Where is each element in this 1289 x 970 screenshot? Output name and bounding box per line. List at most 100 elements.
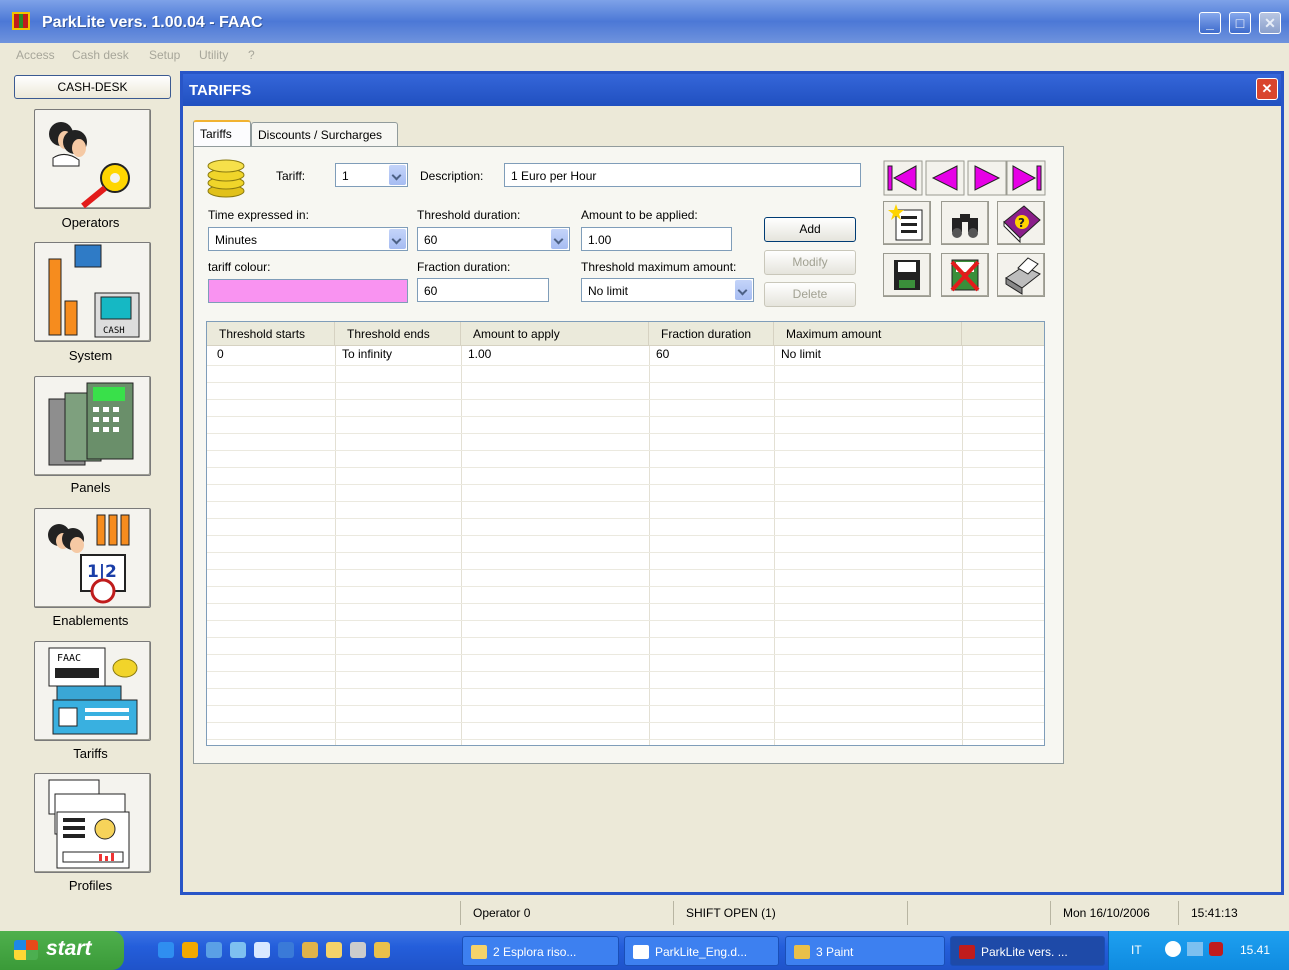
column-header[interactable]: Fraction duration: [649, 322, 774, 346]
status-operator: Operator 0: [460, 901, 673, 925]
sidebar-label-panels: Panels: [70, 480, 111, 495]
row-divider: [207, 739, 1044, 740]
sidebar-item-operators[interactable]: [34, 109, 151, 209]
folder-icon: [471, 945, 487, 959]
delete-button[interactable]: Delete: [764, 282, 856, 307]
menu-access[interactable]: Access: [16, 48, 55, 62]
threshold-duration-label: Threshold duration:: [417, 208, 521, 222]
close-button[interactable]: ✕: [1259, 12, 1281, 34]
row-divider: [207, 518, 1044, 519]
threshold-duration-select[interactable]: 60: [417, 227, 570, 251]
tab-discounts-surcharges[interactable]: Discounts / Surcharges: [251, 122, 398, 146]
search-button[interactable]: [941, 201, 989, 245]
first-record-icon[interactable]: [883, 160, 923, 196]
network-icon[interactable]: [1187, 942, 1203, 956]
app-icon[interactable]: [278, 942, 294, 958]
row-divider: [207, 569, 1044, 570]
tariffs-close-button[interactable]: ✕: [1256, 78, 1278, 100]
task-word[interactable]: ParkLite_Eng.d...: [624, 936, 779, 966]
modify-button[interactable]: Modify: [764, 250, 856, 275]
column-header[interactable]: Threshold starts: [207, 322, 335, 346]
explorer-icon[interactable]: [230, 942, 246, 958]
app-icon[interactable]: [350, 942, 366, 958]
antivirus-icon[interactable]: [1209, 942, 1223, 956]
threshold-max-amount-select[interactable]: No limit: [581, 278, 754, 302]
description-label: Description:: [420, 169, 484, 183]
paint-icon: [794, 945, 810, 959]
task-paint[interactable]: 3 Paint: [785, 936, 945, 966]
minimize-button[interactable]: _: [1199, 12, 1221, 34]
thresholds-table[interactable]: Threshold starts Threshold ends Amount t…: [206, 321, 1045, 746]
app-icon[interactable]: [254, 942, 270, 958]
print-icon: [1005, 257, 1041, 295]
help-button[interactable]: ?: [997, 201, 1045, 245]
task-label: 3 Paint: [816, 945, 854, 959]
tariff-value: 1: [342, 169, 349, 183]
system-tray: IT 15.41: [1108, 931, 1289, 970]
previous-record-icon[interactable]: [925, 160, 965, 196]
menu-utility[interactable]: Utility: [199, 48, 228, 62]
tariff-select[interactable]: 1: [335, 163, 408, 187]
task-explorer[interactable]: 2 Esplora riso...: [462, 936, 619, 966]
time-expressed-label: Time expressed in:: [208, 208, 309, 222]
language-indicator[interactable]: IT: [1131, 943, 1142, 957]
fraction-duration-label: Fraction duration:: [417, 260, 511, 274]
sidebar-item-tariffs[interactable]: FAAC: [34, 641, 151, 741]
row-divider: [207, 552, 1044, 553]
last-record-icon[interactable]: [1006, 160, 1046, 196]
sidebar-item-panels[interactable]: [34, 376, 151, 476]
menu-cash-desk[interactable]: Cash desk: [72, 48, 129, 62]
maximize-button[interactable]: □: [1229, 12, 1251, 34]
task-parklite[interactable]: ParkLite vers. ...: [950, 936, 1105, 966]
tab-tariffs[interactable]: Tariffs: [193, 120, 251, 147]
time-expressed-select[interactable]: Minutes: [208, 227, 408, 251]
taskbar: start 2 Esplora riso... ParkLite_Eng.d..…: [0, 931, 1289, 970]
sidebar-item-profiles[interactable]: [34, 773, 151, 873]
fraction-duration-input[interactable]: 60: [417, 278, 549, 302]
row-divider: [207, 382, 1044, 383]
new-record-button[interactable]: [883, 201, 931, 245]
menu-setup[interactable]: Setup: [149, 48, 180, 62]
svg-text:?: ?: [1018, 216, 1025, 230]
table-cell: 0: [217, 347, 224, 361]
app-icon: [12, 12, 30, 30]
amount-applied-input[interactable]: 1.00: [581, 227, 732, 251]
column-header[interactable]: Amount to apply: [461, 322, 649, 346]
tariffs-window-title: TARIFFS: [183, 74, 1281, 106]
people-icon[interactable]: [302, 942, 318, 958]
help-book-icon: ?: [1003, 205, 1041, 244]
tray-clock[interactable]: 15.41: [1240, 943, 1270, 957]
column-header[interactable]: Threshold ends: [335, 322, 461, 346]
menu-help[interactable]: ?: [248, 48, 255, 62]
cancel-button[interactable]: [941, 253, 989, 297]
print-button[interactable]: [997, 253, 1045, 297]
save-button[interactable]: [883, 253, 931, 297]
cash-desk-button[interactable]: CASH-DESK: [14, 75, 171, 99]
row-divider: [207, 535, 1044, 536]
tariff-label: Tariff:: [276, 169, 306, 183]
row-divider: [207, 501, 1044, 502]
media-icon[interactable]: [182, 942, 198, 958]
tariff-colour-swatch[interactable]: [208, 279, 408, 303]
sidebar-item-system[interactable]: CASH: [34, 242, 151, 342]
row-divider: [207, 365, 1044, 366]
sidebar-label-operators: Operators: [61, 215, 120, 230]
column-divider: [962, 346, 963, 745]
status-shift: SHIFT OPEN (1): [673, 901, 907, 925]
system-icon: CASH: [48, 244, 140, 338]
tray-arrow-icon[interactable]: [1165, 941, 1181, 957]
next-record-icon[interactable]: [967, 160, 1007, 196]
paint-icon[interactable]: [374, 942, 390, 958]
desktop-icon[interactable]: [206, 942, 222, 958]
folder-icon[interactable]: [326, 942, 342, 958]
row-divider: [207, 416, 1044, 417]
title-bar: ParkLite vers. 1.00.04 - FAAC _ □ ✕: [0, 0, 1289, 43]
save-disk-icon: [894, 260, 920, 290]
ie-icon[interactable]: [158, 942, 174, 958]
word-icon: [633, 945, 649, 959]
description-input[interactable]: 1 Euro per Hour: [504, 163, 861, 187]
sidebar-item-enablements[interactable]: 1|2: [34, 508, 151, 608]
add-button[interactable]: Add: [764, 217, 856, 242]
column-header[interactable]: Maximum amount: [774, 322, 962, 346]
start-button[interactable]: start: [0, 931, 124, 970]
